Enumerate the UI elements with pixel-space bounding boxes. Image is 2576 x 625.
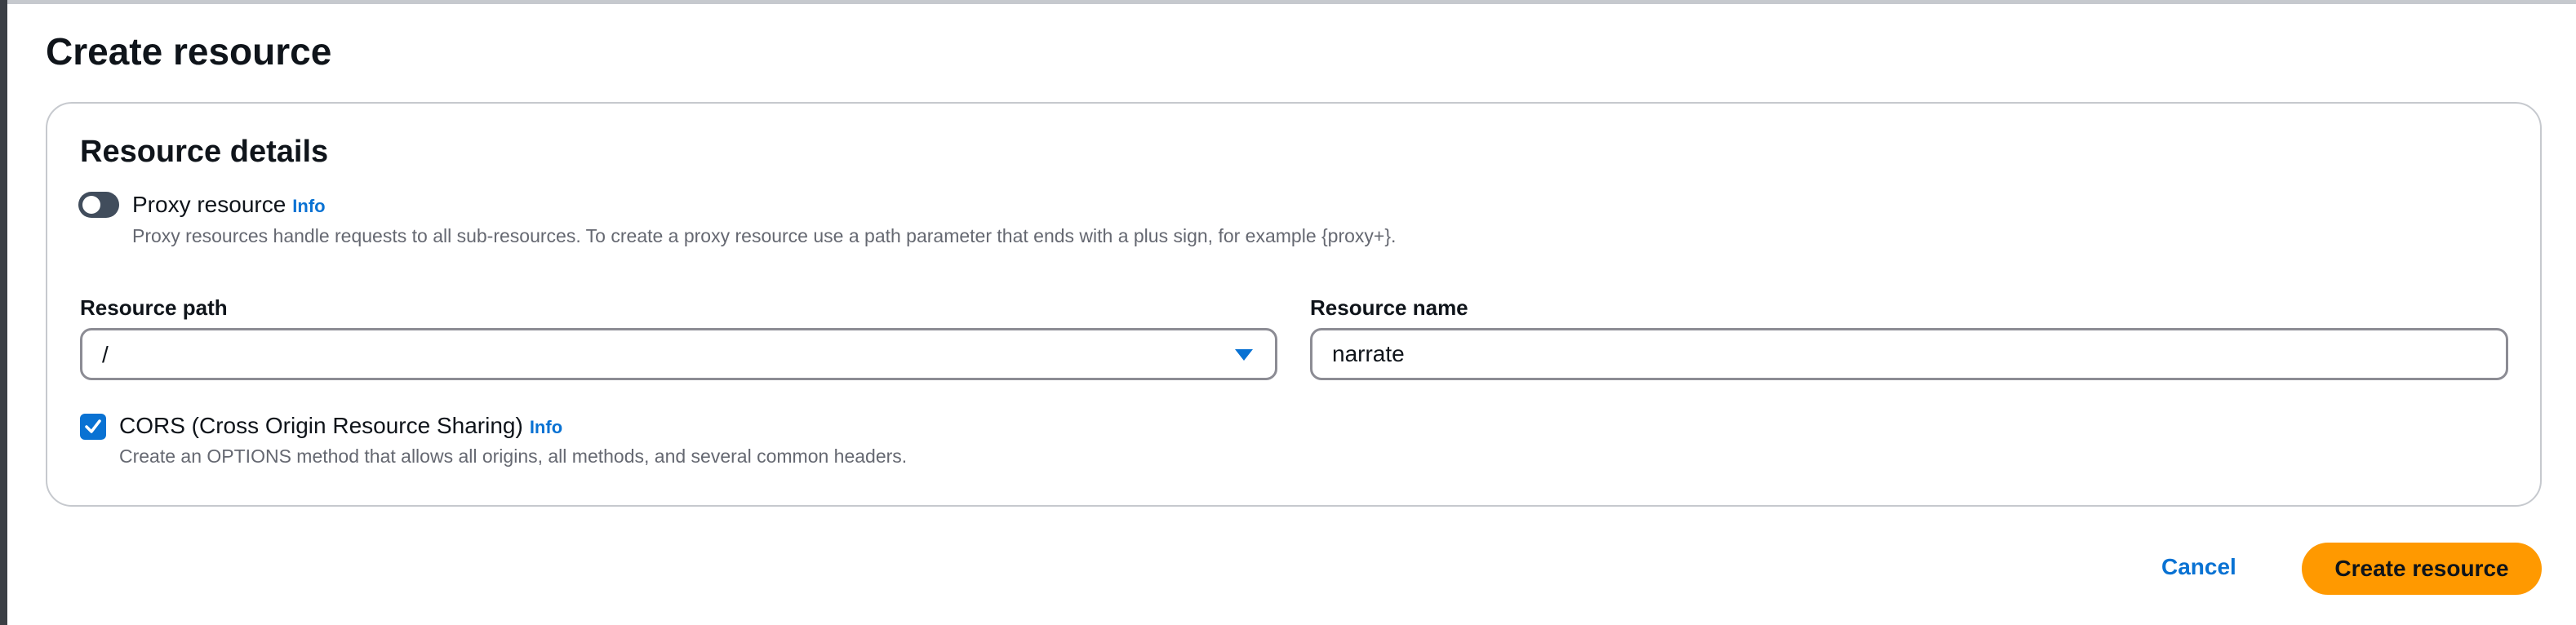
cors-label-row: CORS (Cross Origin Resource Sharing) Info [119, 410, 562, 444]
top-divider [7, 0, 2576, 4]
checkmark-icon [85, 419, 101, 433]
proxy-resource-label-row: Proxy resource Info [132, 188, 326, 223]
cors-description: Create an OPTIONS method that allows all… [119, 445, 908, 467]
toggle-knob [82, 196, 100, 214]
proxy-resource-description: Proxy resources handle requests to all s… [132, 225, 1397, 246]
cors-checkbox[interactable] [80, 414, 106, 440]
resource-name-input[interactable] [1310, 328, 2508, 380]
cors-label: CORS (Cross Origin Resource Sharing) [119, 413, 523, 438]
proxy-resource-toggle[interactable] [78, 192, 119, 218]
create-resource-button[interactable]: Create resource [2302, 543, 2542, 595]
panel-title: Resource details [80, 135, 329, 169]
resource-details-panel: Resource details Proxy resource Info Prox… [46, 102, 2542, 507]
cors-info-link[interactable]: Info [530, 417, 562, 437]
resource-name-label: Resource name [1310, 295, 1468, 320]
resource-path-label: Resource path [80, 295, 228, 320]
create-resource-page: Create resource Resource details Proxy r… [0, 0, 2576, 625]
cancel-button[interactable]: Cancel [2161, 547, 2236, 587]
left-side-rail [0, 0, 7, 625]
resource-path-select[interactable]: / [80, 328, 1277, 380]
proxy-resource-info-link[interactable]: Info [292, 196, 325, 216]
caret-down-icon [1235, 349, 1253, 361]
proxy-resource-label: Proxy resource [132, 192, 286, 217]
resource-path-value: / [102, 342, 109, 367]
page-title: Create resource [46, 30, 332, 73]
